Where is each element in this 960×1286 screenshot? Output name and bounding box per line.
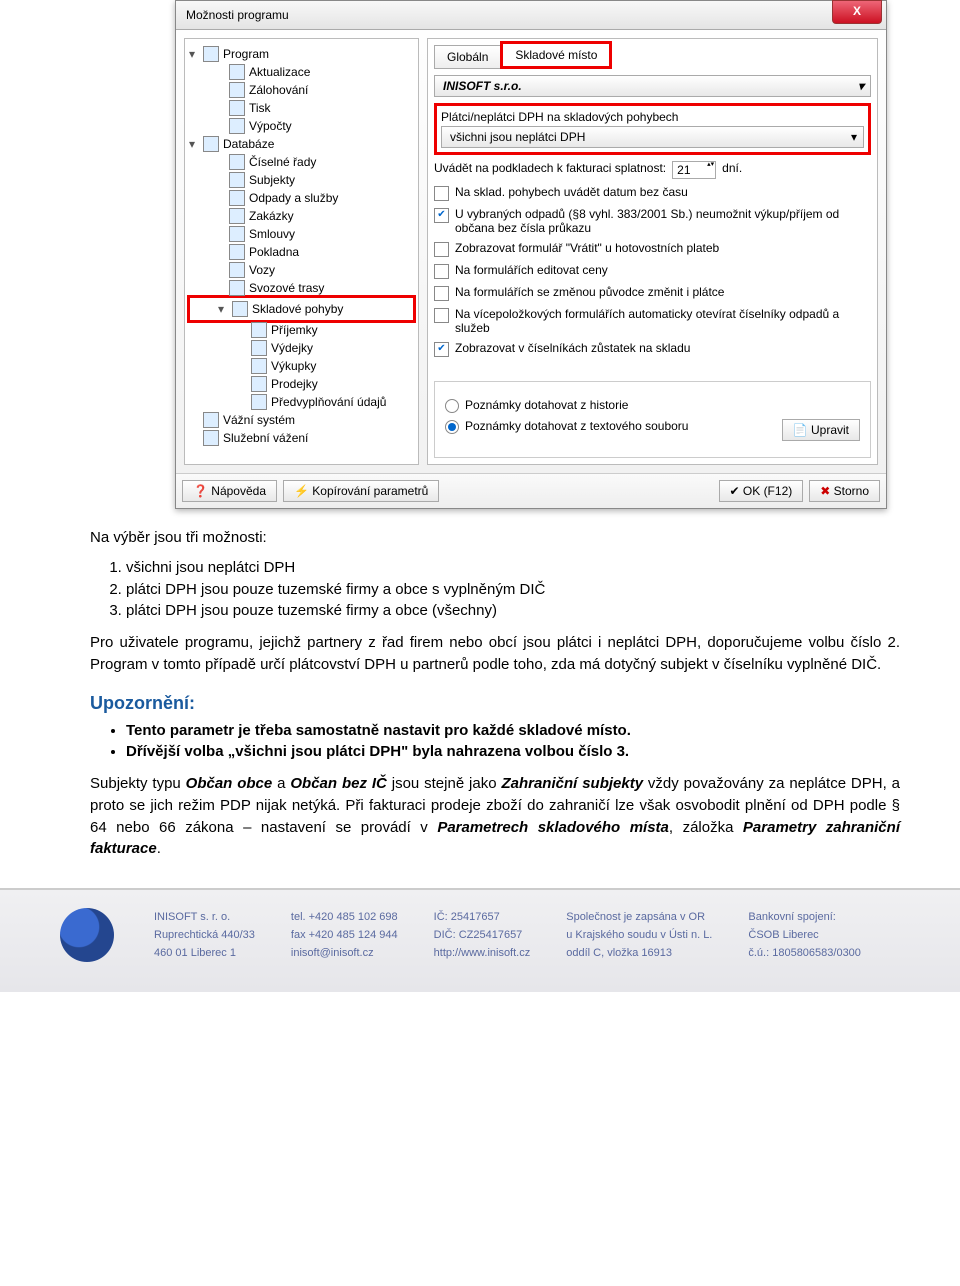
options-dialog: Možnosti programu X ▾ProgramAktualizaceZ… <box>175 0 887 509</box>
page-footer: INISOFT s. r. o.Ruprechtická 440/33460 0… <box>0 888 960 992</box>
tree-item-icon <box>229 244 245 260</box>
tree-item[interactable]: Výkupky <box>189 357 414 375</box>
paragraph-subjects: Subjekty typu Občan obce a Občan bez IČ … <box>90 773 900 860</box>
dph-label: Plátci/neplátci DPH na skladových pohybe… <box>441 110 864 124</box>
checkbox[interactable] <box>434 242 449 257</box>
tree-item[interactable]: ▾Program <box>189 45 414 63</box>
storno-button[interactable]: ✖ Storno <box>809 480 880 502</box>
dph-select[interactable]: všichni jsou neplátci DPH <box>441 126 864 148</box>
tree-item-icon <box>229 262 245 278</box>
tree-item-icon <box>229 280 245 296</box>
tree-item[interactable]: Smlouvy <box>189 225 414 243</box>
checkbox[interactable] <box>434 264 449 279</box>
titlebar[interactable]: Možnosti programu X <box>176 1 886 30</box>
tree-item[interactable]: Pokladna <box>189 243 414 261</box>
ok-button[interactable]: ✔ OK (F12) <box>719 480 804 502</box>
tree-item[interactable]: Vozy <box>189 261 414 279</box>
dph-group: Plátci/neplátci DPH na skladových pohybe… <box>434 103 871 155</box>
tree-item-icon <box>203 412 219 428</box>
tree-item[interactable]: Prodejky <box>189 375 414 393</box>
tree-item-icon <box>251 358 267 374</box>
tab-skladove-misto[interactable]: Skladové místo <box>500 41 612 69</box>
splatnost-row: Uvádět na podkladech k fakturaci splatno… <box>434 161 871 179</box>
copy-params-button[interactable]: ⚡ Kopírování parametrů <box>283 480 439 502</box>
tree-item-icon <box>251 322 267 338</box>
tree-item-icon <box>229 100 245 116</box>
tree-item-icon <box>251 394 267 410</box>
document-body: Na výběr jsou tři možnosti: všichni jsou… <box>0 509 960 888</box>
tree-item[interactable]: Služební vážení <box>189 429 414 447</box>
company-select[interactable]: INISOFT s.r.o. <box>434 75 871 97</box>
settings-panel: Globáln Skladové místo INISOFT s.r.o. Pl… <box>427 38 878 465</box>
tree-item-icon <box>229 82 245 98</box>
tree-item-icon <box>251 340 267 356</box>
tree-item-icon <box>203 136 219 152</box>
tree-item[interactable]: Výpočty <box>189 117 414 135</box>
tree-item[interactable]: Příjemky <box>189 321 414 339</box>
radio-textfile[interactable] <box>445 420 459 434</box>
warning-heading: Upozornění: <box>90 690 900 716</box>
tree-item-icon <box>229 64 245 80</box>
tree-item-icon <box>251 376 267 392</box>
tree-item[interactable]: Číselné řady <box>189 153 414 171</box>
tree-item[interactable]: Zakázky <box>189 207 414 225</box>
tree-item[interactable]: ▾Skladové pohyby <box>192 300 411 318</box>
logo-icon <box>60 908 114 962</box>
checkbox[interactable] <box>434 286 449 301</box>
notes-radio-group: Poznámky dotahovat z historie Poznámky d… <box>434 381 871 458</box>
tree-item[interactable]: Tisk <box>189 99 414 117</box>
tree-item[interactable]: Předvyplňování údajů <box>189 393 414 411</box>
checkbox[interactable]: ✔ <box>434 342 449 357</box>
dialog-title: Možnosti programu <box>186 8 289 22</box>
nav-tree[interactable]: ▾ProgramAktualizaceZálohováníTiskVýpočty… <box>184 38 419 465</box>
days-stepper[interactable]: 21 <box>672 161 716 179</box>
tree-item-icon <box>203 46 219 62</box>
close-icon[interactable]: X <box>832 0 882 24</box>
tree-item[interactable]: Výdejky <box>189 339 414 357</box>
tree-item-icon <box>229 226 245 242</box>
tree-item[interactable]: Aktualizace <box>189 63 414 81</box>
tree-item-icon <box>229 154 245 170</box>
tree-item[interactable]: Vážní systém <box>189 411 414 429</box>
tree-item[interactable]: Zálohování <box>189 81 414 99</box>
tree-item-icon <box>203 430 219 446</box>
tree-item-icon <box>229 208 245 224</box>
tree-item-icon <box>232 301 248 317</box>
checkbox[interactable] <box>434 186 449 201</box>
checkbox[interactable]: ✔ <box>434 208 449 223</box>
tree-item-icon <box>229 118 245 134</box>
dialog-footer: ❓ Nápověda ⚡ Kopírování parametrů ✔ OK (… <box>176 473 886 508</box>
tree-item[interactable]: Odpady a služby <box>189 189 414 207</box>
edit-button[interactable]: 📄 Upravit <box>782 419 860 441</box>
tree-item[interactable]: ▾Databáze <box>189 135 414 153</box>
checkbox[interactable] <box>434 308 449 323</box>
radio-history[interactable] <box>445 399 459 413</box>
tab-global[interactable]: Globáln <box>434 45 501 69</box>
tree-item[interactable]: Subjekty <box>189 171 414 189</box>
help-button[interactable]: ❓ Nápověda <box>182 480 277 502</box>
tree-item-icon <box>229 190 245 206</box>
tree-item-icon <box>229 172 245 188</box>
